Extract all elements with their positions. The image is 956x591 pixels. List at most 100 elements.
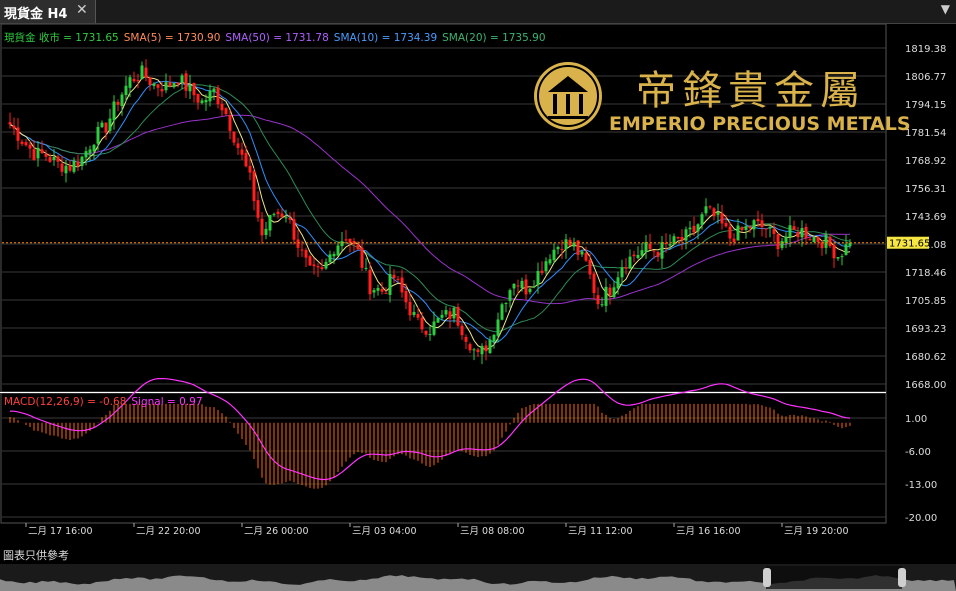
candle-body: [812, 237, 816, 243]
chevron-down-icon[interactable]: ▼: [941, 2, 950, 16]
candle-body: [716, 211, 720, 215]
navigator-window[interactable]: [766, 566, 902, 589]
candle-body: [608, 287, 612, 296]
candle-body: [212, 88, 216, 93]
price-tick-label: 1806.77: [905, 72, 946, 83]
price-tick-label: 1794.15: [905, 100, 946, 111]
candle-body: [256, 200, 260, 218]
candle-body: [640, 250, 644, 256]
candle-body: [680, 236, 684, 241]
logo-seal-base: [548, 116, 588, 119]
candle-body: [788, 225, 792, 238]
candle-body: [808, 239, 812, 241]
candle-body: [380, 289, 384, 292]
candle-body: [280, 213, 284, 217]
candle-body: [316, 266, 320, 268]
candle-body: [396, 278, 400, 280]
candle-body: [296, 239, 300, 248]
candle-body: [124, 85, 128, 96]
candle-body: [476, 349, 480, 353]
candle-body: [388, 274, 392, 295]
candle-body: [756, 218, 760, 222]
candle-body: [144, 67, 148, 78]
price-tick-label: 1668.00: [905, 380, 946, 391]
candle-body: [360, 247, 364, 268]
candle-body: [156, 84, 160, 88]
candle-body: [720, 213, 724, 224]
candle-body: [656, 252, 660, 257]
time-tick-label: 二月 22 20:00: [136, 526, 201, 537]
candle-body: [132, 78, 136, 82]
candle-body: [700, 214, 704, 225]
candle-body: [520, 280, 524, 289]
candle-body: [480, 345, 484, 355]
candle-body: [424, 330, 428, 335]
macd-legend-entry: Signal = 0.97: [131, 396, 202, 408]
candle-body: [744, 226, 748, 230]
candle-body: [728, 226, 732, 239]
candle-body: [832, 244, 836, 259]
candle-body: [508, 290, 512, 301]
candle-body: [372, 290, 376, 293]
navigator-scrollbar[interactable]: [0, 564, 956, 591]
price-axis: 1819.38 1806.77 1794.15 1781.54 1768.92 1756.…: [905, 44, 946, 391]
time-tick-label: 三月 19 20:00: [784, 526, 849, 537]
candle-body: [584, 252, 588, 261]
candle-body: [24, 142, 28, 146]
candle-body: [32, 149, 36, 160]
candle-body: [220, 103, 224, 111]
candle-body: [796, 232, 800, 238]
candle-body: [428, 334, 432, 336]
candle-body: [496, 319, 500, 336]
candle-body: [292, 219, 296, 240]
candle-body: [268, 215, 272, 231]
candle-body: [512, 283, 516, 289]
navigator-handle-right[interactable]: [898, 568, 906, 587]
time-axis: 二月 17 16:00 二月 22 20:00 二月 26 00:00 三月 03 0…: [25, 523, 849, 537]
candle-body: [224, 108, 228, 115]
price-tick-label: 1705.85: [905, 296, 946, 307]
candle-body: [216, 87, 220, 105]
candle-body: [192, 82, 196, 96]
candle-body: [420, 317, 424, 330]
price-tick-label: 1693.23: [905, 324, 946, 335]
candle-body: [616, 277, 620, 289]
candle-body: [592, 273, 596, 294]
candle-body: [708, 206, 712, 208]
candle-body: [776, 234, 780, 250]
candle-body: [332, 253, 336, 257]
candle-body: [120, 94, 124, 107]
candle-body: [780, 241, 784, 248]
last-price-label: 1731.65: [889, 239, 930, 250]
chart-tab[interactable]: 現貨金 H4 ✕: [0, 0, 96, 23]
candle-body: [836, 257, 840, 259]
candle-body: [176, 82, 180, 85]
candle-body: [336, 245, 340, 256]
candle-body: [40, 149, 44, 154]
close-icon[interactable]: ✕: [76, 2, 88, 18]
candle-body: [44, 153, 48, 157]
candle-body: [252, 171, 256, 202]
candle-body: [232, 131, 236, 143]
candle-body: [52, 156, 56, 161]
navigator-handle-left[interactable]: [763, 568, 771, 587]
candle-body: [188, 84, 192, 92]
candle-body: [196, 93, 200, 103]
candle-body: [828, 236, 832, 247]
candle-body: [816, 237, 820, 242]
logo-seal-pillar: [553, 94, 557, 114]
candle-body: [432, 321, 436, 335]
candle-body: [684, 229, 688, 241]
price-chart[interactable]: 1819.38 1806.77 1794.15 1781.54 1768.92 1756.…: [0, 24, 956, 564]
price-tick-label: 1781.54: [905, 128, 946, 139]
candle-body: [668, 244, 672, 246]
candle-body: [364, 267, 368, 269]
candle-body: [824, 234, 828, 248]
price-legend: 現貨金 收市 = 1731.65 SMA(5) = 1730.90 SMA(50) …: [4, 31, 546, 44]
candle-body: [556, 247, 560, 250]
candle-body: [136, 80, 140, 82]
candle-body: [228, 114, 232, 131]
candle-body: [692, 225, 696, 233]
candle-body: [376, 287, 380, 291]
candle-body: [464, 336, 468, 342]
